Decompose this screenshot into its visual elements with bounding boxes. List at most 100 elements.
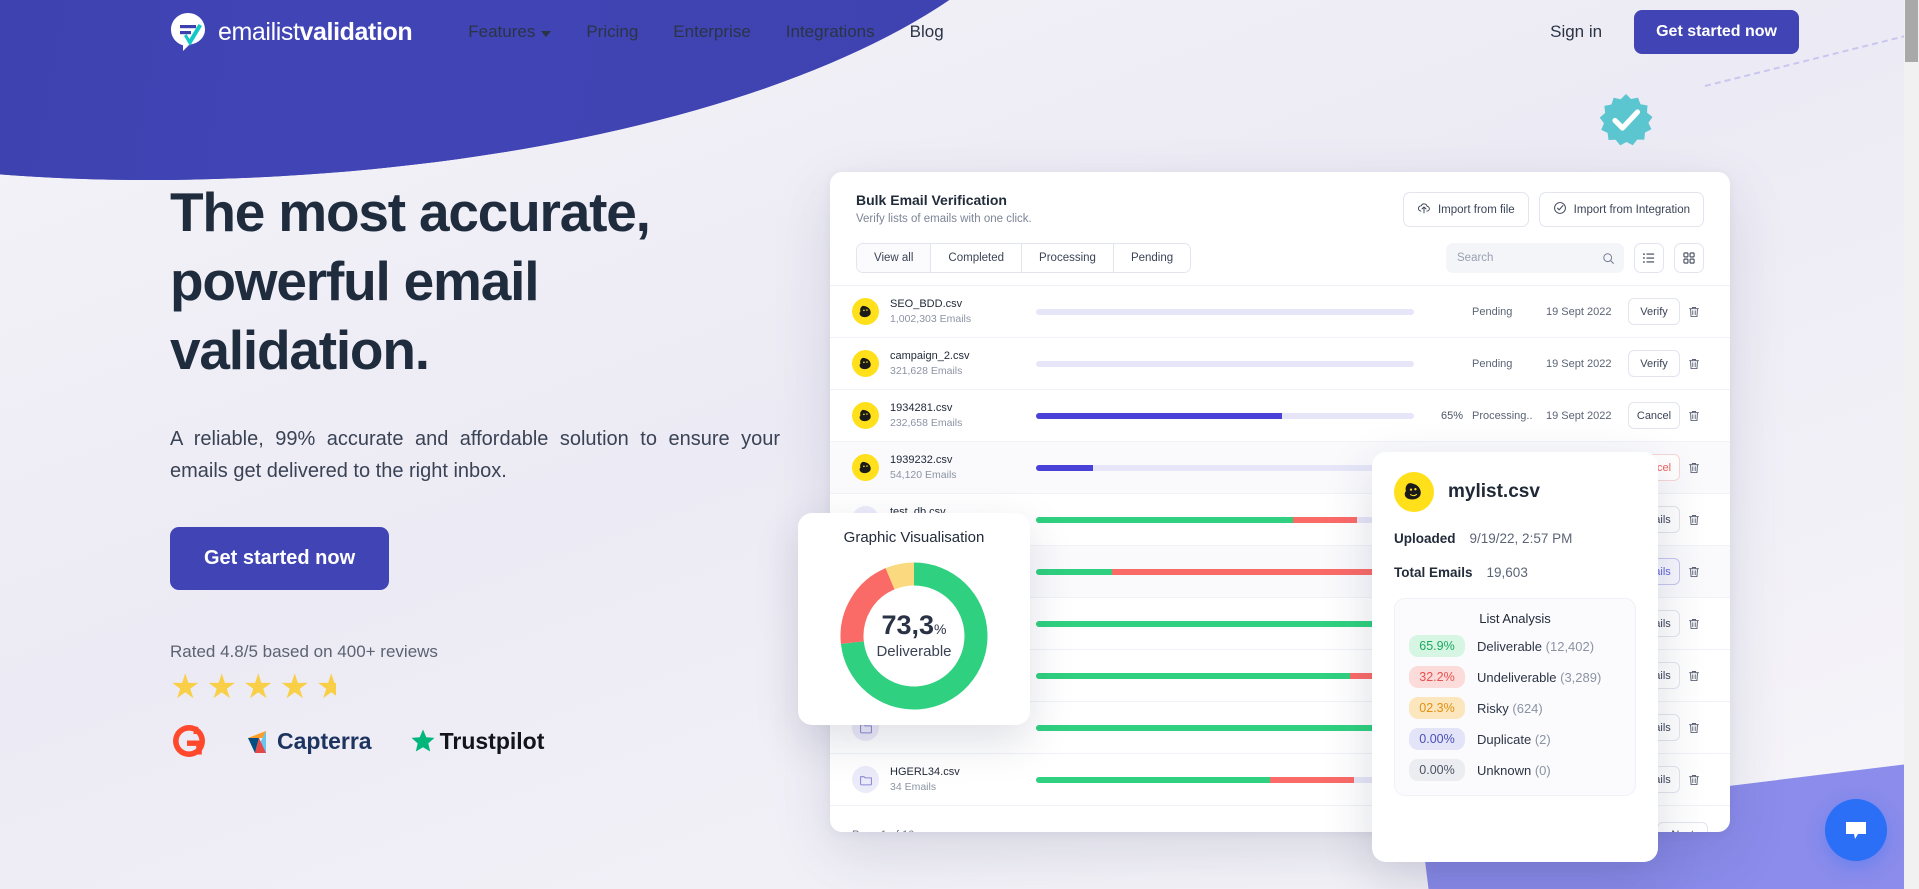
progress-segment-processing xyxy=(1036,464,1093,471)
analysis-label: Deliverable (12,402) xyxy=(1477,638,1595,654)
row-action-button[interactable]: Verify xyxy=(1628,350,1680,377)
file-meta: HGERL34.csv 34 Emails xyxy=(890,766,1018,793)
scrollbar-thumb[interactable] xyxy=(1905,0,1918,62)
brand-logo[interactable]: emailistvalidation xyxy=(168,10,413,54)
file-email-count: 34 Emails xyxy=(890,781,937,793)
star-rating: ★ ★ ★ ★ ★ xyxy=(170,670,810,704)
trash-icon[interactable] xyxy=(1680,357,1708,371)
tab-pending[interactable]: Pending xyxy=(1113,244,1191,272)
trustpilot-logo[interactable]: Trustpilot xyxy=(410,727,545,755)
search-box[interactable] xyxy=(1446,243,1624,273)
trash-icon[interactable] xyxy=(1680,305,1708,319)
grid-view-icon[interactable] xyxy=(1674,243,1704,273)
import-from-integration-button[interactable]: Import from Integration xyxy=(1538,192,1704,227)
file-email-count: 54,120 Emails xyxy=(890,469,957,481)
list-view-icon[interactable] xyxy=(1634,243,1664,273)
status-badge: Processing.. xyxy=(1472,409,1533,422)
trash-icon[interactable] xyxy=(1680,409,1708,423)
trash-icon[interactable] xyxy=(1680,773,1708,787)
top-navigation: emailistvalidation Features Pricing Ente… xyxy=(0,0,1919,64)
trash-icon[interactable] xyxy=(1680,513,1708,527)
nav-item-features[interactable]: Features xyxy=(468,22,552,42)
rating-text: Rated 4.8/5 based on 400+ reviews xyxy=(170,642,438,662)
progress-percent: 65% xyxy=(1440,409,1464,422)
mylist-total-key: Total Emails xyxy=(1394,565,1473,580)
progress-bar xyxy=(1036,776,1414,783)
half-star-icon: ★ xyxy=(315,670,336,705)
analysis-label: Risky (624) xyxy=(1477,700,1543,716)
brand-text-bold: validation xyxy=(299,17,413,46)
file-name: 1939232.csv xyxy=(890,454,953,466)
file-date: 19 Sept 2022 xyxy=(1546,357,1612,370)
trash-icon[interactable] xyxy=(1680,669,1708,683)
table-row[interactable]: SEO_BDD.csv 1,002,303 Emails Pending 19 Sep… xyxy=(830,286,1730,338)
capterra-label: Capterra xyxy=(277,727,372,754)
file-meta xyxy=(890,726,1018,729)
trash-icon[interactable] xyxy=(1680,565,1708,579)
dashboard-header-actions: Import from file Import from Integration xyxy=(1402,192,1704,227)
list-analysis-panel: List Analysis 65.9% Deliverable (12,402) 3… xyxy=(1394,598,1636,796)
progress-segment-deliverable xyxy=(1036,672,1350,679)
get-started-button-hero[interactable]: Get started now xyxy=(170,527,390,591)
mylist-uploaded-row: Uploaded 9/19/22, 2:57 PM xyxy=(1394,531,1636,546)
sign-in-link[interactable]: Sign in xyxy=(1550,22,1602,42)
list-analysis-item: 65.9% Deliverable (12,402) xyxy=(1409,635,1621,657)
donut-label: Deliverable xyxy=(876,643,952,660)
progress-segment-undeliverable xyxy=(1111,568,1414,575)
table-row[interactable]: campaign_2.csv 321,628 Emails Pending 19 Se… xyxy=(830,338,1730,390)
hero-heading-line1: The most accurate, xyxy=(170,181,651,243)
row-action-button[interactable]: Verify xyxy=(1628,298,1680,325)
donut-value-number: 73,3 xyxy=(881,610,935,640)
search-icon xyxy=(1602,252,1615,265)
check-circle-icon xyxy=(1553,201,1567,218)
file-meta: SEO_BDD.csv 1,002,303 Emails xyxy=(890,298,1018,325)
analysis-label: Unknown (0) xyxy=(1477,762,1551,778)
progress-bar xyxy=(1036,724,1414,731)
file-date: 19 Sept 2022 xyxy=(1546,409,1612,422)
row-action-button[interactable]: Cancel xyxy=(1628,402,1680,429)
table-row[interactable]: 1934281.csv 232,658 Emails 65% Processing..… xyxy=(830,390,1730,442)
page-scrollbar[interactable] xyxy=(1904,0,1919,889)
donut-value-unit: % xyxy=(934,621,947,637)
hero-heading-line3: validation. xyxy=(170,318,430,381)
trustpilot-label: Trustpilot xyxy=(439,727,545,754)
nav-item-enterprise[interactable]: Enterprise xyxy=(673,22,750,42)
tab-view-all[interactable]: View all xyxy=(857,244,932,272)
chevron-down-icon xyxy=(541,30,552,37)
next-page-button[interactable]: Next xyxy=(1657,822,1708,832)
analysis-percent-badge: 32.2% xyxy=(1409,666,1465,688)
search-input[interactable] xyxy=(1446,252,1624,264)
tab-processing[interactable]: Processing xyxy=(1022,244,1114,272)
brand-text: emailistvalidation xyxy=(218,17,413,47)
nav-item-integrations[interactable]: Integrations xyxy=(786,22,875,42)
trash-icon[interactable] xyxy=(1680,461,1708,475)
file-name: 1934281.csv xyxy=(890,402,953,414)
svg-text:2: 2 xyxy=(193,725,199,737)
analysis-percent-badge: 0.00% xyxy=(1409,759,1465,781)
g2-logo[interactable]: 2 xyxy=(170,722,208,760)
progress-segment-deliverable xyxy=(1036,620,1414,627)
nav-item-pricing[interactable]: Pricing xyxy=(586,22,638,42)
nav-item-blog[interactable]: Blog xyxy=(910,22,944,42)
donut-chart: 73,3% Deliverable xyxy=(834,556,994,716)
status-badge: Pending xyxy=(1472,357,1513,370)
capterra-logo[interactable]: Capterra xyxy=(246,728,372,755)
mylist-uploaded-key: Uploaded xyxy=(1394,531,1456,546)
import-from-file-button[interactable]: Import from file xyxy=(1402,192,1529,227)
trash-icon[interactable] xyxy=(1680,617,1708,631)
progress-bar xyxy=(1036,516,1414,523)
progress-segment-undeliverable xyxy=(1270,776,1354,783)
chat-bubble-icon[interactable] xyxy=(1825,799,1887,861)
get-started-button-nav[interactable]: Get started now xyxy=(1634,10,1799,54)
star-icon: ★ xyxy=(170,668,201,707)
trash-icon[interactable] xyxy=(1680,721,1708,735)
progress-bar xyxy=(1036,360,1414,367)
list-analysis-item: 32.2% Undeliverable (3,289) xyxy=(1409,666,1621,688)
verified-check-badge-icon xyxy=(1598,92,1654,148)
dashboard-header: Bulk Email Verification Verify lists of … xyxy=(830,172,1730,227)
analysis-percent-badge: 0.00% xyxy=(1409,728,1465,750)
tab-completed[interactable]: Completed xyxy=(931,244,1023,272)
progress-segment-deliverable xyxy=(1036,516,1294,523)
mylist-total-value: 19,603 xyxy=(1486,565,1528,580)
progress-segment-undeliverable xyxy=(1293,516,1358,523)
